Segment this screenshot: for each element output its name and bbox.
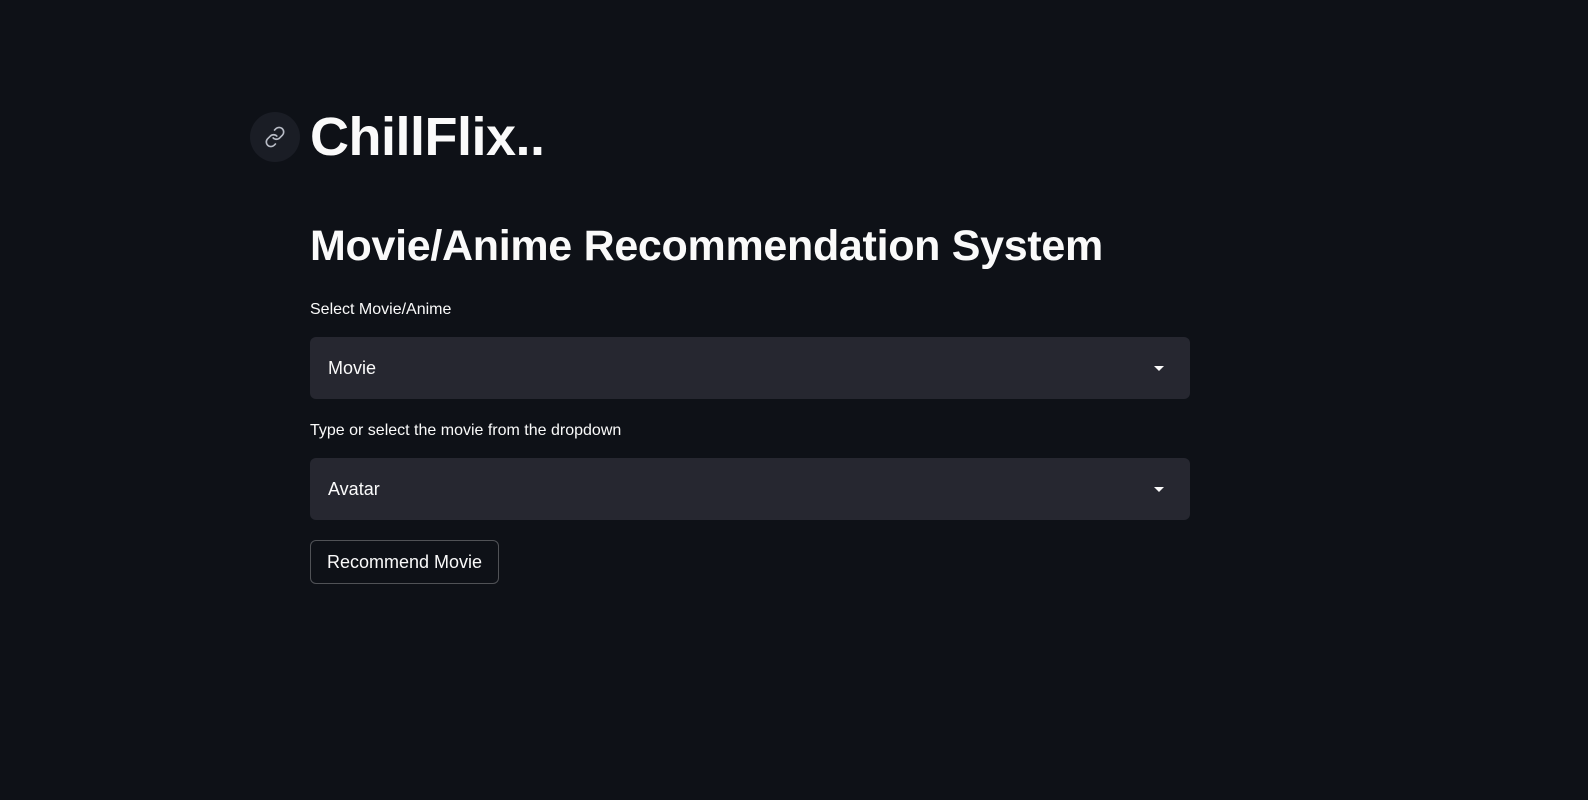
category-select-label: Select Movie/Anime: [310, 301, 452, 318]
chevron-down-icon[interactable]: [1154, 486, 1164, 492]
page-subtitle: Movie/Anime Recommendation System: [310, 222, 1103, 270]
category-select-value: Movie: [328, 357, 377, 378]
category-select[interactable]: Movie: [310, 337, 1190, 399]
chevron-down-icon[interactable]: [1154, 365, 1164, 371]
app-container: ChillFlix.. Movie/Anime Recommendation S…: [0, 0, 1588, 800]
title-select-label: Type or select the movie from the dropdo…: [310, 422, 622, 439]
title-row: ChillFlix..: [250, 104, 545, 170]
app-title: ChillFlix..: [310, 107, 545, 167]
recommend-button[interactable]: Recommend Movie: [310, 540, 500, 584]
title-select-value: Avatar: [328, 478, 380, 499]
link-icon[interactable]: [250, 112, 300, 162]
title-select[interactable]: Avatar: [310, 458, 1190, 520]
